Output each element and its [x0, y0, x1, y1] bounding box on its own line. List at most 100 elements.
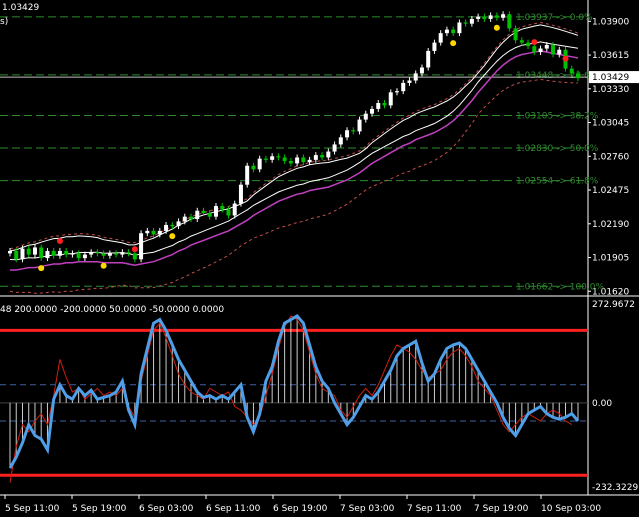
candle-body	[220, 206, 225, 210]
time-tick-label: 5 Sep 19:00	[72, 504, 127, 514]
candle-body	[32, 247, 37, 255]
candle-body	[501, 14, 506, 18]
candle-body	[95, 252, 100, 254]
time-tick-label: 7 Sep 03:00	[340, 504, 395, 514]
candle-body	[494, 15, 499, 18]
candle-body	[120, 252, 125, 255]
candle-body	[8, 251, 12, 254]
candle-body	[469, 18, 474, 24]
candle-body	[145, 230, 150, 234]
cci-tick-label: 272.9672	[592, 300, 635, 310]
time-axis: 5 Sep 11:00 5 Sep 19:00 6 Sep 03:00 6 Sep 1…	[4, 495, 601, 514]
price-tick-label: 1.03615	[592, 51, 629, 61]
candle-body	[432, 42, 437, 51]
candle-body	[276, 156, 281, 158]
cci-panel[interactable]: 272.9672 0.00 -232.3229	[0, 300, 638, 493]
time-tick-label: 7 Sep 19:00	[474, 504, 529, 514]
fib-level-label: 1.01662 -> 100.0%	[516, 282, 604, 292]
candle-body	[326, 151, 331, 158]
candle-body	[189, 216, 194, 220]
candle-body	[151, 230, 156, 235]
candle-body	[551, 44, 556, 55]
candle-body	[457, 22, 462, 34]
candle-body	[488, 15, 493, 19]
candle-body	[238, 184, 243, 204]
candle-body	[444, 29, 449, 34]
fib-level-label: 1.02554 -> 61.8%	[516, 177, 599, 187]
candle-body	[526, 42, 531, 47]
candle-body	[288, 161, 293, 164]
candle-body	[126, 252, 131, 254]
fib-level-label: 1.03448 -> 23.6%	[516, 71, 599, 81]
candle-body	[157, 230, 162, 235]
candle-body	[307, 159, 312, 163]
candle-body	[482, 16, 487, 19]
candle-body	[139, 233, 144, 260]
price-tick-label: 1.03900	[592, 17, 629, 27]
candle-body	[569, 68, 574, 74]
price-subheader: s)	[0, 17, 8, 27]
candle-body	[232, 203, 237, 216]
candle-body	[382, 103, 387, 106]
candle-body	[313, 155, 318, 160]
cci-tick-label: -232.3229	[592, 483, 638, 493]
buy-signal-dot	[493, 24, 500, 31]
fib-level-label: 1.03105 -> 38.2%	[516, 111, 599, 121]
candle-body	[332, 144, 337, 152]
candle-body	[45, 251, 50, 259]
candle-body	[270, 156, 275, 160]
sell-signal-dot	[562, 55, 569, 62]
candle-body	[107, 253, 112, 256]
cci-tick-label: 0.00	[592, 399, 612, 409]
candle-body	[170, 224, 175, 227]
candle-body	[438, 33, 443, 43]
candle-body	[320, 155, 325, 158]
candle-body	[513, 28, 518, 41]
candle-body	[207, 213, 212, 217]
candle-body	[263, 158, 268, 160]
candle-body	[64, 251, 69, 255]
candle-body	[201, 210, 206, 214]
candle-body	[557, 49, 562, 55]
candle-body	[538, 48, 543, 53]
sell-signal-dot	[131, 246, 138, 253]
candle-body	[257, 158, 262, 170]
candle-body	[370, 108, 375, 114]
candle-body	[282, 157, 287, 162]
candle-body	[419, 67, 424, 74]
buy-signal-dot	[38, 265, 45, 272]
trading-chart[interactable]: 1.039001.036151.033301.030451.027601.024…	[0, 0, 639, 517]
time-tick-label: 6 Sep 19:00	[273, 504, 328, 514]
current-price-label: 1.03429	[592, 73, 629, 83]
candle-body	[407, 80, 412, 83]
candle-body	[363, 113, 368, 120]
price-tick-label: 1.02190	[592, 220, 629, 230]
candle-body	[57, 251, 62, 256]
candle-body	[426, 50, 431, 68]
candle-body	[301, 157, 306, 163]
candle-body	[39, 247, 44, 259]
price-header: 1.03429	[2, 3, 39, 13]
candle-body	[226, 209, 231, 216]
fib-level-label: 1.03937 -> 0.0%	[516, 13, 593, 23]
candle-body	[176, 221, 181, 227]
candle-body	[338, 137, 343, 145]
indicator-header: 48 200.0000 -200.0000 50.0000 -50.0000 0…	[0, 305, 224, 315]
candle-body	[245, 165, 250, 185]
candle-body	[20, 248, 25, 260]
buy-signal-dot	[450, 40, 457, 47]
candle-body	[413, 73, 418, 81]
envelope-upper	[9, 21, 579, 250]
candle-body	[376, 103, 381, 109]
sell-signal-dot	[531, 39, 538, 46]
fib-level-label: 1.02830 -> 50.0%	[516, 144, 599, 154]
candle-body	[89, 252, 94, 255]
candle-body	[82, 254, 87, 259]
price-tick-label: 1.03330	[592, 85, 629, 95]
candle-body	[544, 44, 549, 49]
candle-body	[182, 216, 187, 222]
candle-body	[519, 40, 524, 43]
candle-body	[76, 253, 81, 259]
buy-signal-dot	[169, 233, 176, 240]
candle-body	[507, 14, 512, 29]
